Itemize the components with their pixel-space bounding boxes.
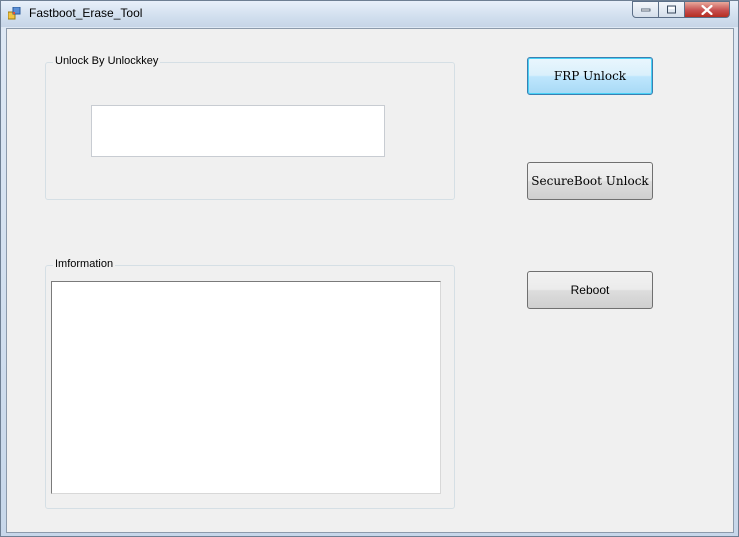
information-group-label: Imformation (53, 258, 116, 270)
information-textbox[interactable] (51, 281, 441, 494)
maximize-button[interactable] (659, 1, 685, 18)
maximize-icon (666, 5, 676, 13)
unlockkey-input[interactable] (91, 105, 385, 157)
main-window: Fastboot_Erase_Tool Unlock By Unlockkey … (0, 0, 739, 537)
information-group: Imformation (45, 258, 455, 509)
minimize-button[interactable] (632, 1, 659, 18)
client-area: Unlock By Unlockkey Imformation FRP Unlo… (6, 28, 734, 533)
window-title: Fastboot_Erase_Tool (29, 6, 143, 20)
frp-unlock-button[interactable]: FRP Unlock (527, 57, 653, 95)
close-button[interactable] (685, 1, 730, 18)
close-icon (701, 4, 713, 15)
minimize-icon (640, 8, 650, 11)
unlock-group-label: Unlock By Unlockkey (53, 55, 161, 67)
title-bar[interactable]: Fastboot_Erase_Tool (1, 1, 738, 27)
reboot-button[interactable]: Reboot (527, 271, 653, 309)
unlock-by-unlockkey-group: Unlock By Unlockkey (45, 55, 455, 200)
app-icon (7, 6, 21, 20)
secureboot-unlock-button[interactable]: SecureBoot Unlock (527, 162, 653, 200)
